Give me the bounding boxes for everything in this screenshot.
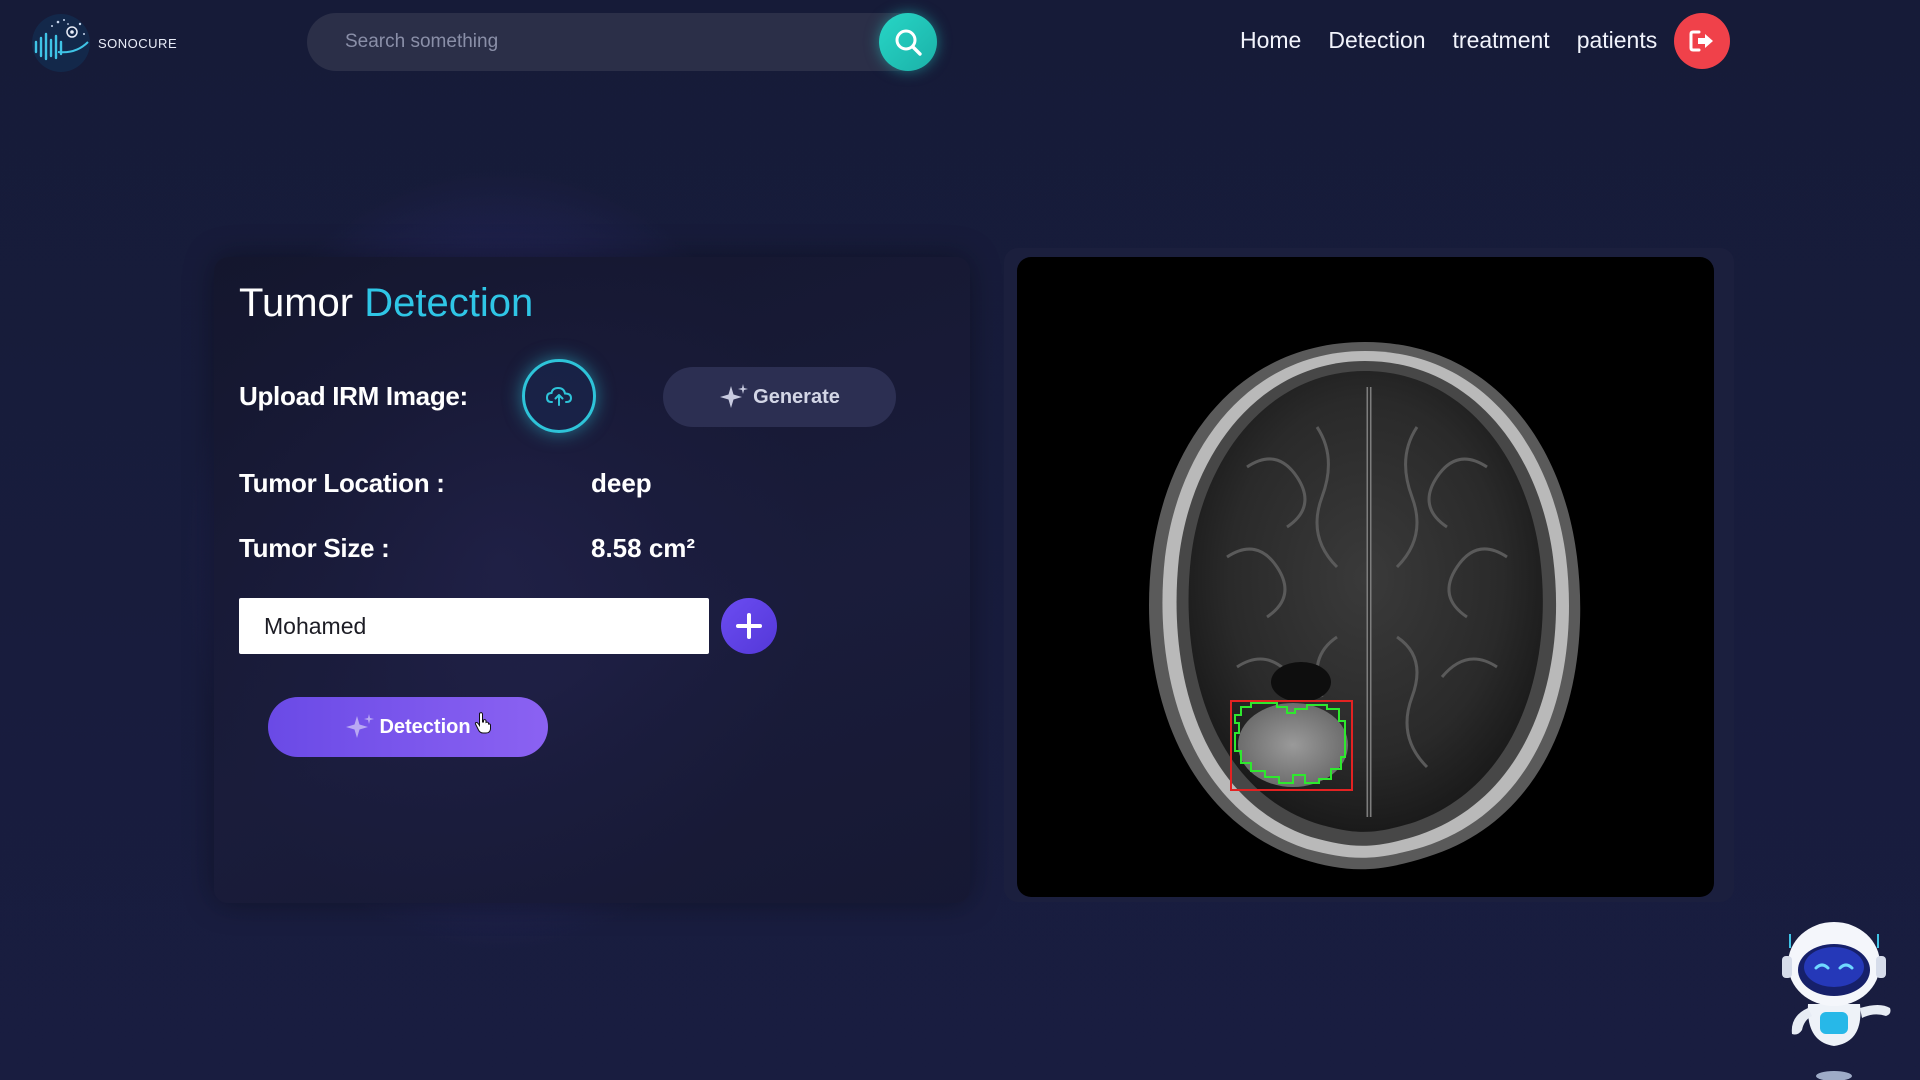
card-title: Tumor Detection — [239, 281, 533, 326]
card-title-part1: Tumor — [239, 281, 354, 325]
tumor-location-value: deep — [591, 468, 652, 498]
detection-button[interactable]: Detection — [268, 697, 548, 757]
upload-label: Upload IRM Image: — [239, 381, 468, 411]
upload-cloud-icon — [545, 386, 573, 406]
logout-button[interactable] — [1674, 13, 1730, 69]
sparkle-icon — [346, 714, 375, 738]
nav-home[interactable]: Home — [1240, 22, 1301, 58]
pointer-cursor-icon — [474, 712, 491, 734]
tumor-location-label: Tumor Location : — [239, 468, 445, 498]
nav-detection[interactable]: Detection — [1328, 22, 1425, 58]
upload-image-button[interactable] — [522, 359, 596, 433]
tumor-detection-card: Tumor Detection Upload IRM Image: Genera… — [214, 257, 970, 903]
card-title-part2: Detection — [364, 281, 534, 325]
search-button[interactable] — [879, 13, 937, 71]
main-nav: Home Detection treatment patients — [1240, 22, 1684, 58]
generate-label: Generate — [753, 385, 840, 408]
nav-treatment[interactable]: treatment — [1453, 22, 1550, 58]
robot-assistant-icon[interactable] — [1776, 912, 1896, 1080]
logout-icon — [1689, 30, 1713, 52]
mri-image — [1017, 257, 1714, 897]
plus-icon — [736, 613, 762, 639]
tumor-size-value: 8.58 cm² — [591, 533, 696, 563]
logo[interactable]: SONOCURE — [28, 12, 177, 74]
search-input[interactable] — [307, 13, 879, 71]
detection-label: Detection — [379, 715, 471, 738]
logo-text: SONOCURE — [98, 35, 178, 51]
generate-button[interactable]: Generate — [663, 367, 896, 427]
logo-icon — [32, 14, 90, 72]
add-patient-button[interactable] — [721, 598, 777, 654]
tumor-size-label: Tumor Size : — [239, 533, 390, 563]
search-icon — [895, 29, 922, 56]
patient-name-input[interactable] — [239, 598, 709, 654]
nav-patients[interactable]: patients — [1577, 22, 1658, 58]
top-header: SONOCURE Home Detection treatment patien… — [0, 0, 1920, 84]
mri-scan-graphic — [1149, 342, 1581, 870]
sparkle-icon — [720, 384, 749, 408]
search-bar — [307, 13, 937, 71]
